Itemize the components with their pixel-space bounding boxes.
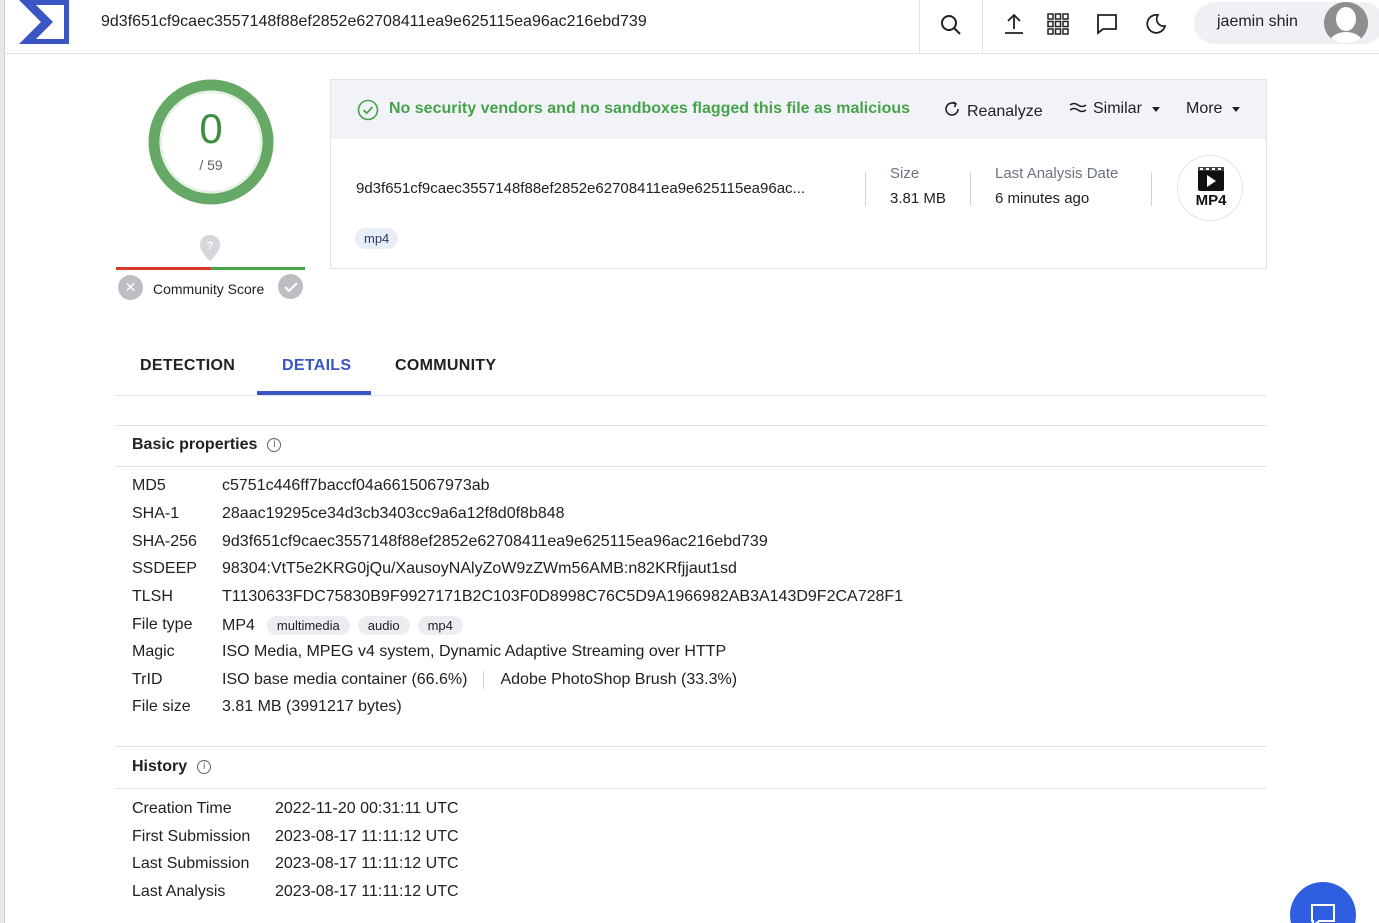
top-bar: 9d3f651cf9caec3557148f88ef2852e62708411e… bbox=[5, 0, 1379, 54]
property-key: Magic bbox=[132, 643, 175, 660]
property-key: File size bbox=[132, 698, 191, 715]
history-key: Last Analysis bbox=[132, 883, 226, 900]
logo-sigma-icon[interactable] bbox=[15, 0, 69, 46]
dark-mode-icon[interactable] bbox=[1142, 10, 1170, 38]
property-key: MD5 bbox=[132, 477, 166, 494]
verdict-text: No security vendors and no sandboxes fla… bbox=[389, 100, 911, 117]
user-menu[interactable]: jaemin shin bbox=[1194, 2, 1379, 44]
section-title-text: History bbox=[132, 758, 188, 775]
info-icon[interactable]: i bbox=[197, 760, 212, 774]
chat-fab-button[interactable] bbox=[1290, 882, 1356, 923]
search-button[interactable] bbox=[919, 0, 983, 54]
history-value: 2023-08-17 11:11:12 UTC bbox=[275, 855, 459, 872]
search-icon bbox=[939, 13, 963, 42]
trid-value: Adobe PhotoShop Brush (33.3%) bbox=[500, 671, 738, 688]
property-value-group: ISO base media container (66.6%) Adobe P… bbox=[222, 671, 737, 689]
tab-detection[interactable]: DETECTION bbox=[140, 357, 235, 375]
history-key: Last Submission bbox=[132, 855, 250, 872]
file-type-tag[interactable]: multimedia bbox=[266, 616, 350, 635]
last-analysis-label: Last Analysis Date bbox=[995, 165, 1119, 182]
history-key: Creation Time bbox=[132, 800, 232, 817]
check-circle-icon bbox=[357, 99, 379, 126]
location-pin-icon: ? bbox=[199, 234, 221, 267]
tab-community[interactable]: COMMUNITY bbox=[395, 357, 496, 375]
history-value: 2023-08-17 11:11:12 UTC bbox=[275, 883, 459, 900]
section-title-text: Basic properties bbox=[132, 436, 258, 453]
detection-total: / 59 bbox=[199, 157, 223, 173]
property-value[interactable]: 28aac19295ce34d3cb3403cc9a6a12f8d0f8b848 bbox=[222, 505, 565, 523]
history-title: History i bbox=[132, 758, 212, 776]
divider bbox=[970, 172, 971, 206]
history-value: 2022-11-20 00:31:11 UTC bbox=[275, 800, 459, 817]
property-value: 3.81 MB (3991217 bytes) bbox=[222, 698, 402, 715]
similar-dropdown[interactable]: Similar bbox=[1069, 100, 1160, 118]
property-key: TLSH bbox=[132, 588, 173, 605]
trid-value: ISO base media container (66.6%) bbox=[222, 671, 468, 688]
file-tag[interactable]: mp4 bbox=[355, 228, 399, 249]
chevron-down-icon bbox=[1151, 106, 1160, 112]
file-type-badge: MP4 bbox=[1177, 155, 1243, 221]
info-icon[interactable]: i bbox=[267, 438, 282, 452]
more-label: More bbox=[1186, 100, 1223, 117]
user-name: jaemin shin bbox=[1217, 13, 1298, 30]
detection-count: 0 bbox=[199, 105, 223, 152]
property-value[interactable]: T1130633FDC75830B9F9927171B2C103F0D8998C… bbox=[222, 588, 903, 606]
section-divider bbox=[116, 788, 1267, 789]
video-file-icon bbox=[1198, 167, 1224, 191]
divider bbox=[483, 671, 485, 689]
property-value[interactable]: c5751c446ff7baccf04a6615067973ab bbox=[222, 477, 490, 495]
history-value: 2023-08-17 11:11:12 UTC bbox=[275, 828, 459, 845]
community-score-bar-positive bbox=[211, 267, 305, 270]
tab-details[interactable]: DETAILS bbox=[282, 357, 351, 375]
chat-icon bbox=[1309, 902, 1337, 923]
similar-icon bbox=[1069, 100, 1087, 118]
basic-properties-title: Basic properties i bbox=[132, 436, 282, 454]
avatar bbox=[1324, 2, 1368, 44]
property-value[interactable]: 98304:VtT5e2KRG0jQu/XausoyNAlyZoW9zZWm56… bbox=[222, 560, 737, 578]
left-window-edge bbox=[0, 0, 5, 923]
search-input[interactable]: 9d3f651cf9caec3557148f88ef2852e62708411e… bbox=[101, 13, 647, 31]
property-key: SHA-1 bbox=[132, 505, 180, 522]
divider bbox=[865, 172, 866, 206]
size-label: Size bbox=[890, 165, 920, 182]
property-value[interactable]: 9d3f651cf9caec3557148f88ef2852e62708411e… bbox=[222, 533, 768, 551]
refresh-icon bbox=[943, 100, 961, 123]
property-value: ISO Media, MPEG v4 system, Dynamic Adapt… bbox=[222, 643, 727, 660]
similar-label: Similar bbox=[1093, 100, 1142, 117]
section-divider bbox=[116, 466, 1267, 467]
section-divider bbox=[116, 425, 1267, 426]
reanalyze-button[interactable]: Reanalyze bbox=[943, 100, 1043, 123]
last-analysis-value: 6 minutes ago bbox=[995, 190, 1090, 207]
upload-icon[interactable] bbox=[1000, 10, 1028, 38]
file-type-tag[interactable]: mp4 bbox=[417, 616, 463, 635]
reanalyze-label: Reanalyze bbox=[967, 102, 1043, 120]
community-score-bar-negative bbox=[116, 267, 211, 270]
chevron-down-icon bbox=[1232, 106, 1241, 112]
property-key: SSDEEP bbox=[132, 560, 197, 577]
property-key: SHA-256 bbox=[132, 533, 197, 550]
property-key: TrID bbox=[132, 671, 163, 688]
divider bbox=[1151, 172, 1152, 206]
file-type-label: MP4 bbox=[1195, 192, 1227, 209]
chat-icon[interactable] bbox=[1093, 10, 1121, 38]
apps-grid-icon[interactable] bbox=[1044, 10, 1072, 38]
file-hash-short[interactable]: 9d3f651cf9caec3557148f88ef2852e62708411e… bbox=[356, 180, 805, 197]
community-score-label: Community Score bbox=[153, 281, 265, 297]
more-dropdown[interactable]: More bbox=[1186, 100, 1241, 118]
vote-harmless-button[interactable] bbox=[278, 274, 303, 299]
history-key: First Submission bbox=[132, 828, 251, 845]
file-type-value: MP4 bbox=[222, 616, 255, 634]
property-key: File type bbox=[132, 616, 193, 633]
vote-malicious-button[interactable]: ✕ bbox=[118, 275, 143, 300]
property-value-group: MP4 multimedia audio mp4 bbox=[222, 616, 463, 635]
size-value: 3.81 MB bbox=[890, 190, 946, 207]
file-summary-card: No security vendors and no sandboxes fla… bbox=[330, 79, 1267, 269]
summary-header: No security vendors and no sandboxes fla… bbox=[331, 80, 1266, 139]
svg-text:?: ? bbox=[207, 240, 214, 252]
tabs-divider bbox=[116, 395, 1267, 396]
file-type-tag[interactable]: audio bbox=[357, 616, 410, 635]
section-divider bbox=[116, 746, 1267, 747]
